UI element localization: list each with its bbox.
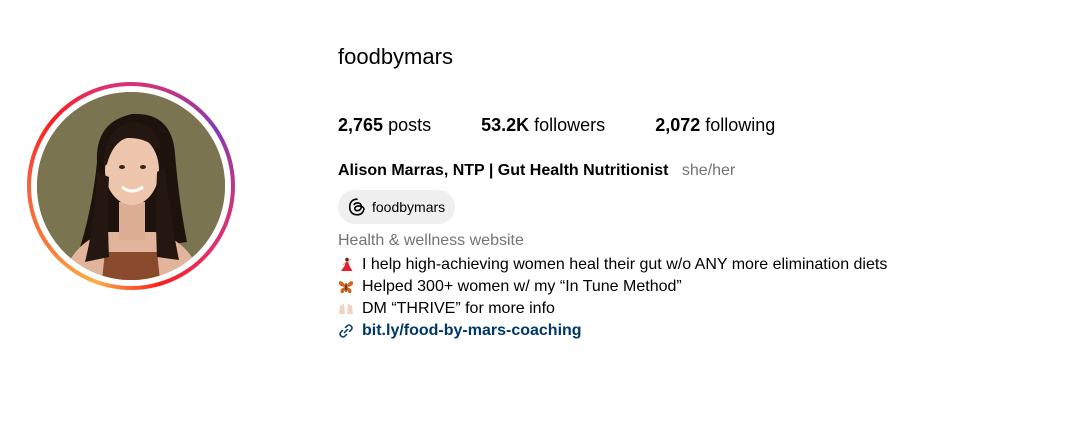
profile-avatar-story-ring[interactable] — [27, 82, 235, 290]
link-icon — [338, 323, 354, 339]
posts-label: posts — [388, 115, 432, 135]
bio-text: DM “THRIVE” for more info — [362, 300, 555, 317]
pronouns: she/her — [681, 162, 736, 179]
username: foodbymars — [338, 44, 453, 69]
full-name: Alison Marras, NTP | Gut Health Nutritio… — [338, 162, 669, 179]
bio: I help high-achieving women heal their g… — [338, 254, 887, 342]
link-text[interactable]: bit.ly/food-by-mars-coaching — [362, 320, 582, 342]
butterfly-icon — [338, 279, 354, 295]
followers-count: 53.2K — [481, 115, 530, 135]
fullname-row: Alison Marras, NTP | Gut Health Nutritio… — [338, 162, 735, 180]
bio-text: I help high-achieving women heal their g… — [362, 256, 888, 273]
bio-line: Helped 300+ women w/ my “In Tune Method” — [338, 276, 887, 298]
bio-line: DM “THRIVE” for more info — [338, 298, 887, 320]
profile-stats: 2,765 posts 53.2K followers 2,072 follow… — [338, 115, 825, 136]
external-link[interactable]: bit.ly/food-by-mars-coaching — [338, 320, 887, 342]
raised-hands-icon — [338, 301, 354, 317]
followers-stat[interactable]: 53.2K followers — [481, 115, 605, 136]
posts-stat[interactable]: 2,765 posts — [338, 115, 431, 136]
bio-line: I help high-achieving women heal their g… — [338, 254, 887, 276]
threads-icon — [347, 197, 367, 217]
avatar[interactable] — [37, 92, 225, 280]
posts-count: 2,765 — [338, 115, 384, 135]
bio-text: Helped 300+ women w/ my “In Tune Method” — [362, 278, 682, 295]
dancer-icon — [338, 257, 354, 273]
following-count: 2,072 — [655, 115, 701, 135]
category-label: Health & wellness website — [338, 232, 524, 249]
followers-label: followers — [534, 115, 606, 135]
threads-badge-button[interactable]: foodbymars — [338, 190, 456, 224]
avatar-portrait-image — [37, 92, 225, 280]
threads-handle: foodbymars — [372, 199, 446, 215]
profile-page: foodbymars 2,765 posts 53.2K followers 2… — [0, 0, 1083, 444]
following-label: following — [705, 115, 776, 135]
following-stat[interactable]: 2,072 following — [655, 115, 775, 136]
